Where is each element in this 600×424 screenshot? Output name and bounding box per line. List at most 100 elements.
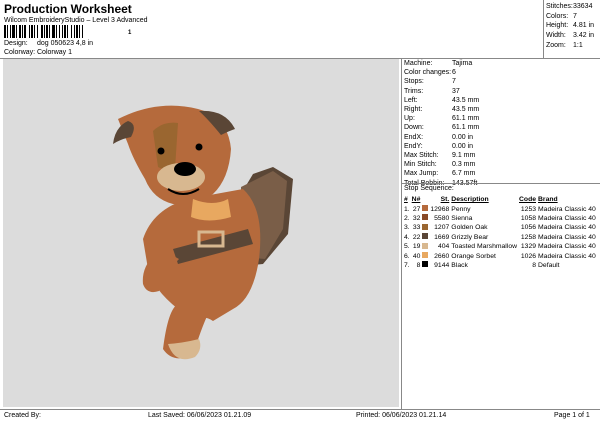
stat-value: 3.42 in xyxy=(573,32,595,40)
row-code: 1253 xyxy=(520,205,537,213)
col-description: Description xyxy=(451,196,489,204)
colorway-value: Colorway 1 xyxy=(37,49,73,56)
row-brand: Madeira Classic 40 xyxy=(538,205,596,213)
barcode-number: 1 xyxy=(128,30,132,36)
row-index: 4. xyxy=(404,233,410,241)
barcode xyxy=(4,25,138,38)
param-label: Trims: xyxy=(404,87,424,95)
param-row: EndY: 0.00 in xyxy=(404,142,594,151)
stat-height: Height: 4.81 in xyxy=(546,21,600,31)
param-value: 7 xyxy=(452,78,456,86)
param-value: 6 xyxy=(452,69,456,77)
param-row: Left: 43.5 mm xyxy=(404,96,594,105)
row-index: 7. xyxy=(404,261,410,269)
swatch-square xyxy=(422,261,429,268)
param-row: Down: 61.1 mm xyxy=(404,123,594,132)
param-label: Left: xyxy=(404,96,418,104)
design-label: Design: xyxy=(4,40,28,47)
last-saved: Last Saved: 06/06/2023 01.21.09 xyxy=(148,412,252,419)
param-row: Stops: 7 xyxy=(404,77,594,86)
param-row: Right: 43.5 mm xyxy=(404,105,594,114)
stat-value: 4.81 in xyxy=(573,22,595,30)
row-brand: Default xyxy=(538,261,560,269)
row-needle: 27 xyxy=(412,205,421,213)
stats-divider xyxy=(543,0,544,58)
param-label: EndX: xyxy=(404,133,424,141)
col-index: # xyxy=(404,196,408,204)
row-code: 1058 xyxy=(520,214,537,222)
table-row: 1. 27 12968 Penny 1253 Madeira Classic 40 xyxy=(404,204,598,213)
row-description: Toasted Marshmallow xyxy=(451,243,518,251)
colorway-label: Colorway: xyxy=(4,49,36,56)
col-stitches: St. xyxy=(440,196,450,204)
design-preview xyxy=(3,59,399,407)
param-row: Up: 61.1 mm xyxy=(404,114,594,123)
table-row: 4. 22 1669 Grizzly Bear 1258 Madeira Classic … xyxy=(404,233,598,242)
colorway-row: Colorway: Colorway 1 xyxy=(4,49,72,56)
param-value: 0.00 in xyxy=(452,133,474,141)
row-stitches: 1207 xyxy=(434,224,450,232)
design-name-row: Design: dog 050623 4,8 in xyxy=(4,40,93,47)
worksheet-title: Production Worksheet xyxy=(4,2,132,16)
row-needle: 8 xyxy=(416,261,421,269)
param-value: 9.1 mm xyxy=(452,151,476,159)
sequence-divider xyxy=(402,183,600,184)
param-value: 61.1 mm xyxy=(452,115,480,123)
param-row: Machine: Tajima xyxy=(404,59,594,68)
row-stitches: 2660 xyxy=(434,252,450,260)
row-index: 6. xyxy=(404,252,410,260)
printed-date: Printed: 06/06/2023 01.21.14 xyxy=(356,412,447,419)
stat-zoom: Zoom: 1:1 xyxy=(546,40,600,50)
row-needle: 33 xyxy=(412,224,421,232)
machine-params: Machine: Tajima Color changes: 6 Stops: 7 T… xyxy=(404,59,594,188)
stats-panel: Stitches: 33634 Colors: 7 Height: 4.81 in W… xyxy=(546,2,600,50)
param-value: 43.5 mm xyxy=(452,106,480,114)
row-needle: 19 xyxy=(412,243,421,251)
swatch-square xyxy=(422,214,429,221)
col-swatch xyxy=(422,195,430,204)
param-row: Color changes: 6 xyxy=(404,68,594,77)
row-index: 3. xyxy=(404,224,410,232)
row-needle: 32 xyxy=(412,214,421,222)
row-brand: Madeira Classic 40 xyxy=(538,233,596,241)
table-row: 7. 8 9144 Black 8 Default xyxy=(404,261,598,270)
param-label: Stops: xyxy=(404,78,424,86)
color-swatch xyxy=(422,223,430,232)
param-value: 43.5 mm xyxy=(452,96,480,104)
design-value: dog 050623 4,8 in xyxy=(37,40,94,47)
row-brand: Madeira Classic 40 xyxy=(538,243,596,251)
color-swatch xyxy=(422,233,430,242)
stat-value: 33634 xyxy=(573,3,593,11)
param-row: Max Jump: 6.7 mm xyxy=(404,169,594,178)
color-swatch xyxy=(422,214,430,223)
stop-sequence-title: Stop Sequence: xyxy=(404,185,454,192)
row-needle: 22 xyxy=(412,233,421,241)
param-value: 0.3 mm xyxy=(452,161,476,169)
color-swatch xyxy=(422,251,430,260)
row-index: 5. xyxy=(404,243,410,251)
stat-value: 1:1 xyxy=(573,41,583,49)
row-brand: Madeira Classic 40 xyxy=(538,224,596,232)
stat-colors: Colors: 7 xyxy=(546,12,600,22)
table-header: # N# St. Description Code Brand xyxy=(404,195,598,204)
table-row: 2. 32 5580 Sienna 1058 Madeira Classic 40 xyxy=(404,214,598,223)
param-label: Up: xyxy=(404,115,415,123)
row-needle: 40 xyxy=(412,252,421,260)
panel-divider xyxy=(401,58,402,410)
stat-label: Width: xyxy=(546,32,566,40)
color-swatch xyxy=(422,204,430,213)
stat-label: Colors: xyxy=(546,12,569,20)
col-needle: N# xyxy=(411,196,421,204)
created-by: Created By: xyxy=(4,412,41,419)
stat-value: 7 xyxy=(573,12,577,20)
param-row: EndX: 0.00 in xyxy=(404,133,594,142)
param-label: Down: xyxy=(404,124,424,132)
param-value: 37 xyxy=(452,87,460,95)
stat-label: Zoom: xyxy=(546,41,566,49)
param-label: Max Stitch: xyxy=(404,151,439,159)
row-code: 1026 xyxy=(520,252,537,260)
software-subtitle: Wilcom EmbroideryStudio – Level 3 Advanc… xyxy=(4,17,148,24)
stop-sequence-table: # N# St. Description Code Brand 1. 27 1296… xyxy=(404,195,598,270)
row-description: Penny xyxy=(451,205,471,213)
swatch-square xyxy=(422,223,429,230)
